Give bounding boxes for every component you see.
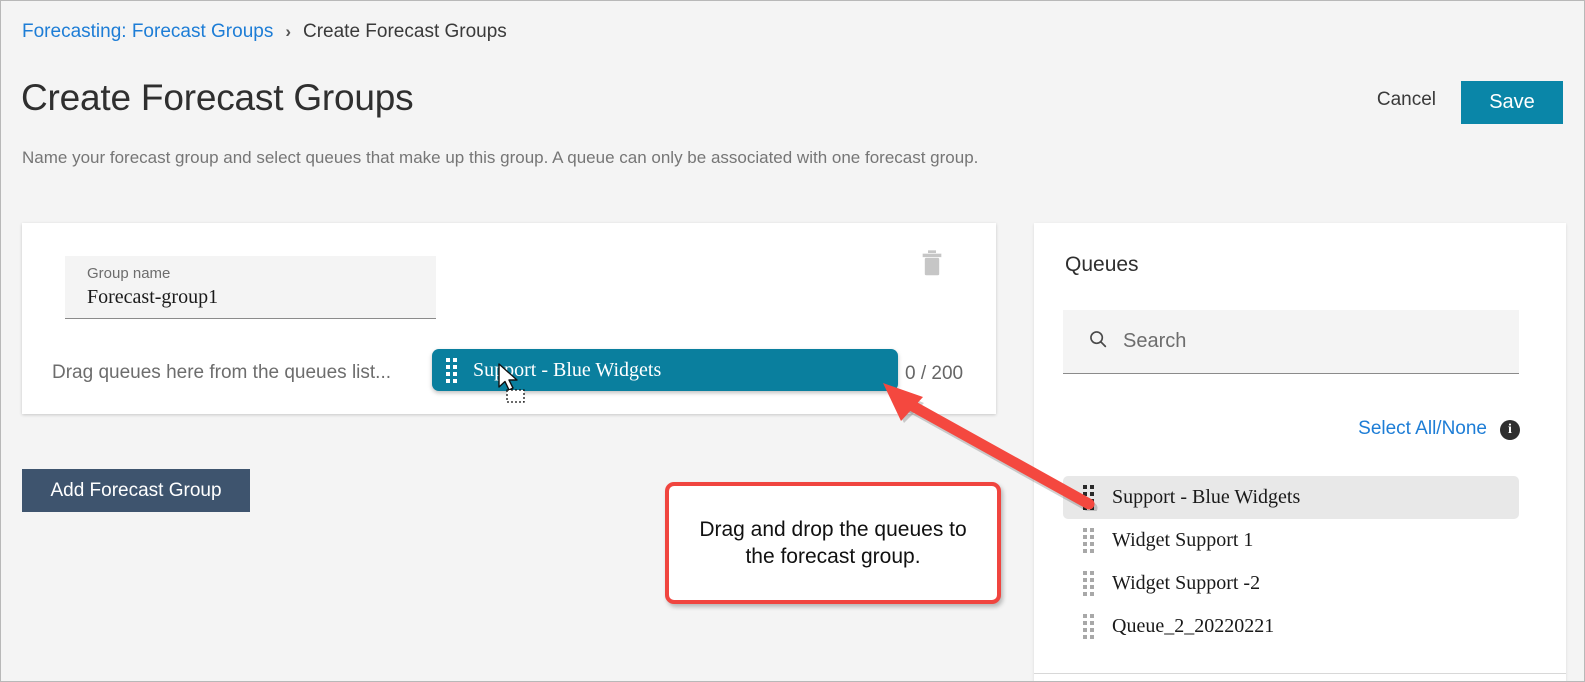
breadcrumb-link-forecast-groups[interactable]: Forecasting: Forecast Groups [22, 21, 273, 43]
drag-handle-icon[interactable] [1083, 614, 1094, 639]
queue-item-label: Queue_2_20220221 [1112, 615, 1275, 637]
group-name-label: Group name [87, 265, 171, 282]
page-title: Create Forecast Groups [21, 77, 414, 118]
queue-list: Support - Blue Widgets Widget Support 1 … [1063, 476, 1519, 648]
info-icon[interactable]: i [1500, 420, 1520, 440]
queue-item-label: Widget Support 1 [1112, 529, 1254, 551]
dragged-queue-label: Support - Blue Widgets [473, 358, 662, 381]
queues-panel-title: Queues [1065, 253, 1139, 276]
queues-panel: Queues Search Select All/None i Support … [1034, 223, 1566, 681]
group-name-input[interactable]: Forecast-group1 [87, 286, 218, 309]
queue-list-item[interactable]: Widget Support 1 [1063, 519, 1519, 562]
queue-list-item[interactable]: Support - Blue Widgets [1063, 476, 1519, 519]
queue-list-divider [1034, 673, 1566, 674]
breadcrumb: Forecasting: Forecast Groups › Create Fo… [22, 21, 507, 43]
search-placeholder: Search [1123, 330, 1187, 352]
trash-icon[interactable] [916, 247, 948, 279]
chevron-right-icon: › [285, 22, 291, 41]
breadcrumb-current: Create Forecast Groups [303, 21, 507, 42]
add-forecast-group-button[interactable]: Add Forecast Group [22, 469, 250, 512]
queue-item-label: Support - Blue Widgets [1112, 486, 1301, 508]
app-screen: Forecasting: Forecast Groups › Create Fo… [0, 0, 1585, 682]
page-subtitle: Name your forecast group and select queu… [22, 148, 979, 167]
drag-handle-icon[interactable] [1083, 528, 1094, 553]
dragged-queue-chip[interactable]: Support - Blue Widgets [432, 349, 898, 391]
search-input[interactable]: Search [1063, 310, 1519, 374]
drag-handle-icon[interactable] [1083, 571, 1094, 596]
save-button[interactable]: Save [1461, 81, 1563, 124]
queue-counter: 0 / 200 [905, 363, 964, 384]
drag-handle-icon[interactable] [446, 357, 457, 383]
search-icon [1087, 328, 1109, 355]
drag-handle-icon[interactable] [1083, 485, 1094, 510]
queue-list-item[interactable]: Queue_2_20220221 [1063, 605, 1519, 648]
group-name-field[interactable]: Group name Forecast-group1 [65, 256, 436, 319]
queue-list-item[interactable]: Widget Support -2 [1063, 562, 1519, 605]
select-all-none-link[interactable]: Select All/None [1358, 418, 1487, 440]
queue-item-label: Widget Support -2 [1112, 572, 1261, 594]
drop-zone-hint: Drag queues here from the queues list... [52, 362, 392, 383]
annotation-callout: Drag and drop the queues to the forecast… [665, 482, 1001, 604]
annotation-callout-text: Drag and drop the queues to the forecast… [699, 517, 967, 568]
cancel-button[interactable]: Cancel [1377, 89, 1436, 111]
